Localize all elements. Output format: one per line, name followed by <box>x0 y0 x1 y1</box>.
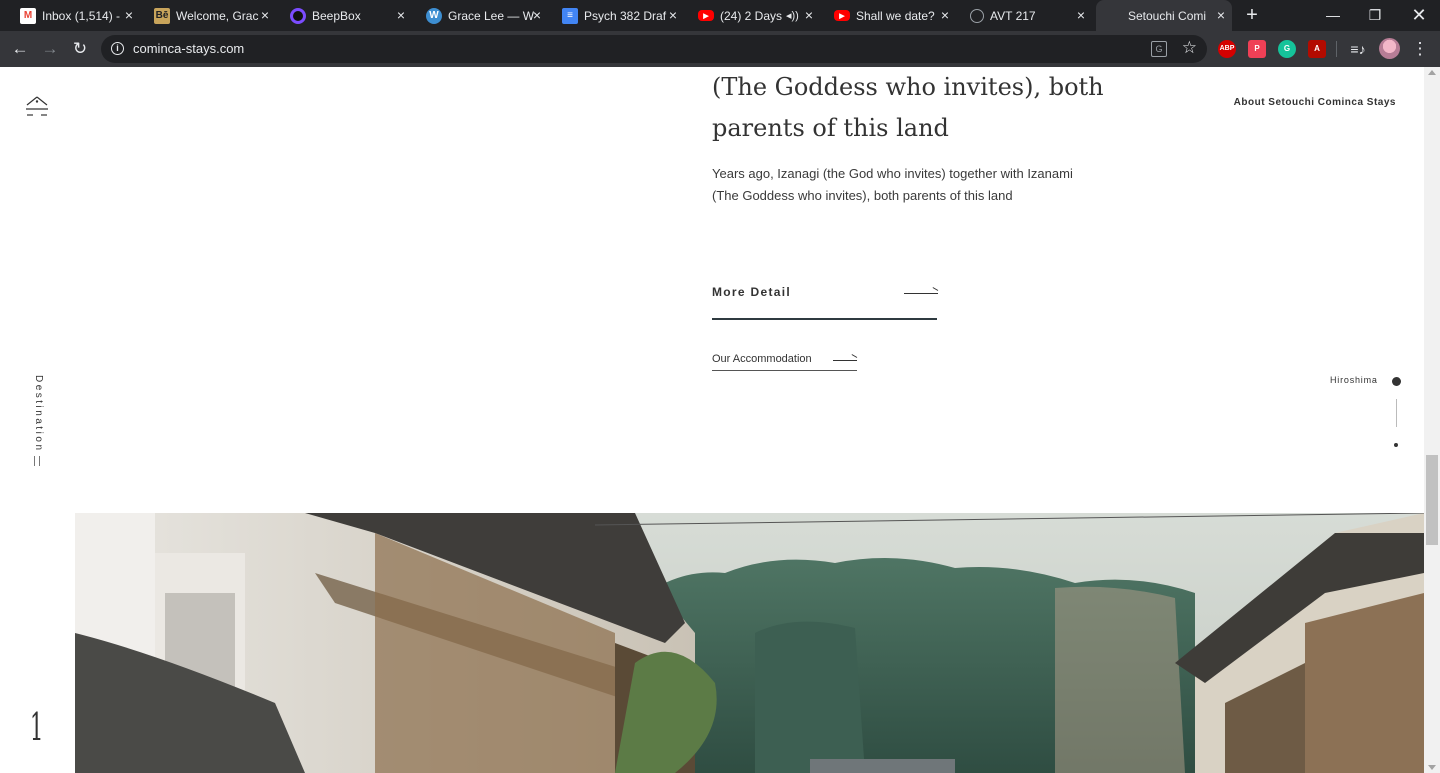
adblock-plus-icon[interactable]: ABP <box>1218 40 1236 58</box>
browser-tab-strip: M Inbox (1,514) - × Bē Welcome, Grac × B… <box>0 0 1440 31</box>
location-label[interactable]: Hiroshima <box>1330 375 1378 385</box>
profile-avatar[interactable] <box>1379 38 1400 59</box>
close-window-button[interactable]: ✕ <box>1396 0 1440 31</box>
close-icon[interactable]: × <box>1214 8 1228 22</box>
tab-wordpress[interactable]: W Grace Lee — W × <box>420 0 548 31</box>
tab-youtube-1[interactable]: ▶ (24) 2 Days ◂)) × <box>692 0 820 31</box>
our-accommodation-link[interactable]: Our Accommodation <box>712 352 857 371</box>
browser-toolbar: ← → ↻ i cominca-stays.com G ☆ ABP P G A … <box>0 31 1440 67</box>
close-icon[interactable]: × <box>258 8 272 22</box>
hero-photo-town-street <box>75 513 1424 773</box>
behance-icon: Bē <box>154 7 170 24</box>
youtube-icon: ▶ <box>698 10 714 21</box>
more-detail-label: More Detail <box>712 285 791 299</box>
url-text: cominca-stays.com <box>133 41 245 56</box>
wordpress-icon: W <box>426 7 442 24</box>
media-control-icon[interactable]: ≡♪ <box>1348 39 1368 59</box>
arrow-right-icon <box>904 293 938 294</box>
destination-side-label[interactable]: Destination <box>33 375 44 453</box>
scroll-up-icon[interactable] <box>1428 70 1436 75</box>
close-icon[interactable]: × <box>1074 8 1088 22</box>
restore-button[interactable]: ❐ <box>1352 0 1398 31</box>
tab-google-docs[interactable]: ≡ Psych 382 Draf × <box>556 0 684 31</box>
close-icon[interactable]: × <box>530 8 544 22</box>
minimize-button[interactable]: — <box>1310 0 1356 31</box>
grammarly-icon[interactable]: G <box>1278 40 1296 58</box>
location-dot-active[interactable] <box>1392 377 1401 386</box>
forward-button[interactable]: → <box>40 39 60 59</box>
acrobat-icon[interactable]: A <box>1308 40 1326 58</box>
tab-beepbox[interactable]: BeepBox × <box>284 0 412 31</box>
beepbox-icon <box>290 7 306 24</box>
slide-number: 1 <box>30 705 44 749</box>
section-paragraph: Years ago, Izanagi (the God who invites)… <box>712 166 1073 203</box>
section-heading: (The Goddess who invites), both parents … <box>712 73 1104 142</box>
scroll-thumb[interactable] <box>1426 455 1438 545</box>
close-icon[interactable]: × <box>394 8 408 22</box>
about-nav-link[interactable]: About Setouchi Cominca Stays <box>1234 97 1396 108</box>
tab-avt[interactable]: AVT 217 × <box>964 0 1092 31</box>
gmail-icon: M <box>20 7 36 24</box>
pocket-icon[interactable]: P <box>1248 40 1266 58</box>
page-scrollbar[interactable] <box>1424 67 1440 773</box>
tab-gmail[interactable]: M Inbox (1,514) - × <box>12 0 140 31</box>
more-detail-link[interactable]: More Detail <box>712 284 938 320</box>
our-accommodation-label: Our Accommodation <box>712 353 812 365</box>
location-dot[interactable] <box>1394 443 1398 447</box>
info-icon[interactable]: i <box>111 42 124 55</box>
close-icon[interactable]: × <box>938 8 952 22</box>
google-docs-icon: ≡ <box>562 7 578 24</box>
tab-setouchi-active[interactable]: Setouchi Comi × <box>1096 0 1232 31</box>
close-icon[interactable]: × <box>802 8 816 22</box>
tab-behance[interactable]: Bē Welcome, Grac × <box>148 0 276 31</box>
bookmark-star-icon[interactable]: ☆ <box>1182 38 1197 58</box>
address-bar[interactable]: i cominca-stays.com G ☆ <box>101 35 1207 63</box>
translate-icon[interactable]: G <box>1151 41 1167 57</box>
back-button[interactable]: ← <box>10 39 30 59</box>
location-connector-line <box>1396 399 1397 427</box>
close-icon[interactable]: × <box>122 8 136 22</box>
page-content: Destination 1 (The Goddess who invites),… <box>0 67 1424 773</box>
new-tab-button[interactable]: + <box>1241 4 1263 26</box>
menu-kebab-icon[interactable]: ⋮ <box>1410 39 1430 59</box>
tab-title: (24) 2 Days <box>720 8 783 23</box>
site-logo-icon[interactable] <box>24 95 50 119</box>
youtube-icon: ▶ <box>834 10 850 21</box>
destination-marker-icon <box>34 456 40 466</box>
close-icon[interactable]: × <box>666 8 680 22</box>
globe-icon <box>970 8 984 23</box>
speaker-icon[interactable]: ◂)) <box>786 9 799 22</box>
arrow-right-icon <box>833 360 857 361</box>
tab-youtube-2[interactable]: ▶ Shall we date? × <box>828 0 956 31</box>
reload-button[interactable]: ↻ <box>70 39 90 59</box>
scroll-down-icon[interactable] <box>1428 765 1436 770</box>
